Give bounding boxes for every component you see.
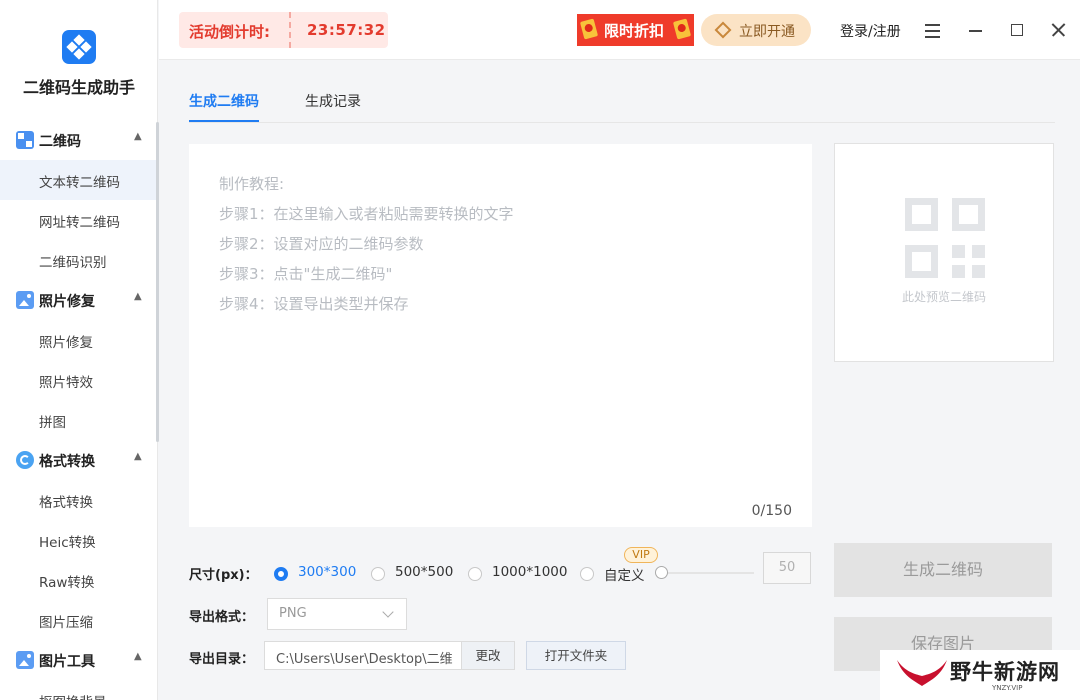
size-option-custom[interactable]: 自定义 — [604, 564, 645, 584]
sidebar-item-text-to-qrcode[interactable]: 文本转二维码 — [0, 160, 156, 200]
chevron-up-icon: ▲ — [134, 131, 142, 142]
watermark-sub: YNZY.VIP — [992, 684, 1023, 692]
vip-badge: VIP — [624, 547, 658, 563]
sidebar-item-label: 二维码识别 — [39, 255, 107, 271]
red-packet-icon — [672, 18, 692, 40]
sidebar-group-format-convert[interactable]: 格式转换 ▲ — [0, 440, 156, 480]
placeholder-line: 步骤1：在这里输入或者粘贴需要转换的文字 — [219, 205, 514, 223]
sidebar-group-label: 二维码 — [39, 134, 81, 150]
app-title: 二维码生成助手 — [22, 78, 135, 97]
sidebar-item-label: 照片修复 — [39, 335, 93, 351]
size-option-1000[interactable]: 1000*1000 — [492, 564, 567, 580]
format-label: 导出格式： — [189, 610, 255, 625]
sidebar-group-image-tools[interactable]: 图片工具 ▲ — [0, 640, 156, 680]
sidebar-group-label: 图片工具 — [39, 654, 95, 670]
sidebar-item-raw-convert[interactable]: Raw转换 — [0, 560, 156, 600]
custom-size-input[interactable]: 50 — [763, 552, 811, 584]
chevron-up-icon: ▲ — [134, 291, 142, 302]
sidebar-item-label: 文本转二维码 — [39, 175, 120, 191]
change-dir-button[interactable]: 更改 — [461, 641, 515, 670]
sidebar-item-format-convert[interactable]: 格式转换 — [0, 480, 156, 520]
main-content: 生成二维码 生成记录 制作教程: 步骤1：在这里输入或者粘贴需要转换的文字 步骤… — [159, 61, 1080, 700]
countdown-time: 23:57:32 — [307, 21, 386, 39]
countdown-banner: 活动倒计时: 23:57:32 — [179, 12, 388, 48]
promo-label: 限时折扣 — [604, 22, 665, 40]
export-dir-input[interactable]: C:\Users\User\Desktop\二维 — [264, 641, 462, 670]
char-count: 0/150 — [751, 503, 792, 519]
countdown-label: 活动倒计时: — [189, 23, 270, 41]
login-register-link[interactable]: 登录/注册 — [840, 21, 901, 41]
generate-qrcode-button[interactable]: 生成二维码 — [834, 543, 1052, 597]
sidebar-item-label: 网址转二维码 — [39, 215, 120, 231]
red-packet-icon — [579, 18, 599, 40]
minimize-icon[interactable] — [965, 20, 985, 40]
sidebar-item-photo-effects[interactable]: 照片特效 — [0, 360, 156, 400]
sidebar-item-photo-repair[interactable]: 照片修复 — [0, 320, 156, 360]
open-folder-button[interactable]: 打开文件夹 — [526, 641, 626, 670]
preview-hint: 此处预览二维码 — [901, 290, 986, 304]
sidebar-item-label: Heic转换 — [39, 535, 96, 551]
placeholder-line: 步骤2：设置对应的二维码参数 — [219, 235, 424, 253]
sidebar-item-image-compress[interactable]: 图片压缩 — [0, 600, 156, 640]
size-radio-500[interactable] — [371, 567, 385, 581]
tab-generate-history[interactable]: 生成记录 — [305, 91, 361, 111]
active-tab-indicator — [189, 120, 259, 122]
sidebar-item-heic-convert[interactable]: Heic转换 — [0, 520, 156, 560]
sidebar-item-label: 抠图换背景 — [39, 691, 107, 700]
export-dir-value: C:\Users\User\Desktop\二维 — [276, 652, 453, 667]
photo-icon — [16, 291, 34, 309]
format-select[interactable]: PNG — [267, 598, 407, 630]
sidebar-item-collage[interactable]: 拼图 — [0, 400, 156, 440]
convert-icon — [16, 451, 34, 469]
close-icon[interactable] — [1048, 20, 1068, 40]
qrcode-placeholder-icon — [905, 198, 985, 278]
sidebar-group-label: 照片修复 — [39, 294, 95, 310]
chevron-up-icon: ▲ — [134, 451, 142, 462]
sidebar-item-label: 图片压缩 — [39, 615, 93, 631]
diamond-icon — [714, 21, 732, 39]
activate-vip-button[interactable]: 立即开通 — [701, 14, 811, 46]
size-radio-custom[interactable] — [580, 567, 594, 581]
format-value: PNG — [279, 606, 307, 621]
sidebar-item-label: 格式转换 — [39, 495, 93, 511]
size-radio-300[interactable] — [274, 567, 288, 581]
size-option-300[interactable]: 300*300 — [298, 564, 356, 580]
dir-label: 导出目录： — [189, 652, 255, 667]
app-logo-icon — [62, 30, 96, 64]
size-radio-1000[interactable] — [468, 567, 482, 581]
text-input-area[interactable]: 制作教程: 步骤1：在这里输入或者粘贴需要转换的文字 步骤2：设置对应的二维码参… — [189, 144, 812, 527]
sidebar-item-qrcode-recognize[interactable]: 二维码识别 — [0, 240, 156, 280]
menu-icon[interactable] — [923, 20, 943, 40]
placeholder-line: 步骤3：点击"生成二维码" — [219, 265, 393, 283]
tab-generate-qrcode[interactable]: 生成二维码 — [189, 91, 259, 111]
size-slider-track[interactable] — [662, 572, 754, 574]
sidebar-group-label: 格式转换 — [39, 454, 95, 470]
placeholder-line: 制作教程: — [219, 175, 285, 193]
watermark-text: 野牛新游网 — [950, 660, 1060, 684]
size-slider-handle[interactable] — [655, 566, 668, 579]
size-option-500[interactable]: 500*500 — [395, 564, 453, 580]
qrcode-preview: 此处预览二维码 — [834, 143, 1054, 362]
bull-horn-logo-icon — [897, 660, 947, 686]
vip-button-label: 立即开通 — [739, 24, 795, 40]
sidebar-item-label: Raw转换 — [39, 575, 95, 591]
sidebar-item-label: 拼图 — [39, 415, 66, 431]
image-tools-icon — [16, 651, 34, 669]
qrcode-icon — [16, 131, 34, 149]
sidebar-group-qrcode[interactable]: 二维码 ▲ — [0, 120, 156, 160]
limited-discount-button[interactable]: 限时折扣 — [577, 14, 694, 46]
top-bar: 活动倒计时: 23:57:32 限时折扣 立即开通 登录/注册 — [159, 0, 1080, 60]
chevron-down-icon — [382, 606, 394, 618]
maximize-icon[interactable] — [1007, 20, 1027, 40]
sidebar-item-label: 照片特效 — [39, 375, 93, 391]
placeholder-line: 步骤4：设置导出类型并保存 — [219, 295, 409, 313]
sidebar-group-photo-repair[interactable]: 照片修复 ▲ — [0, 280, 156, 320]
sidebar-item-cutout-background[interactable]: 抠图换背景 — [0, 680, 156, 700]
chevron-up-icon: ▲ — [134, 651, 142, 662]
sidebar-item-url-to-qrcode[interactable]: 网址转二维码 — [0, 200, 156, 240]
size-label: 尺寸(px)： — [189, 568, 258, 583]
watermark: 野牛新游网 YNZY.VIP — [880, 650, 1080, 700]
sidebar: 二维码生成助手 二维码 ▲ 文本转二维码 网址转二维码 二维码识别 照片修复 ▲… — [0, 0, 159, 700]
